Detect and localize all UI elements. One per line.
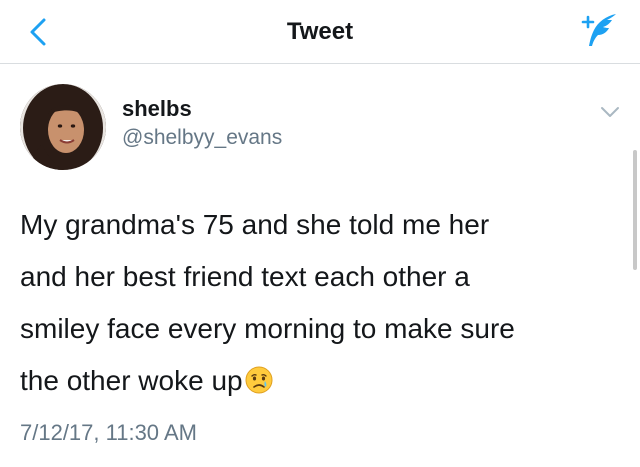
compose-tweet-button[interactable] bbox=[576, 10, 620, 50]
nav-bar: Tweet bbox=[0, 0, 640, 64]
display-name[interactable]: shelbs bbox=[122, 96, 192, 122]
crying-face-emoji-icon bbox=[245, 366, 273, 394]
tweet-text-line: smiley face every morning to make sure bbox=[20, 313, 515, 344]
tweet-text-line: the other woke up bbox=[20, 365, 243, 396]
tweet-text-line: and her best friend text each other a bbox=[20, 261, 470, 292]
tweet-options-button[interactable] bbox=[596, 100, 624, 124]
avatar[interactable] bbox=[20, 84, 106, 170]
chevron-down-icon bbox=[601, 107, 619, 117]
tweet-text-line: My grandma's 75 and she told me her bbox=[20, 209, 490, 240]
user-handle[interactable]: @shelbyy_evans bbox=[122, 126, 282, 150]
compose-tweet-icon bbox=[581, 14, 616, 46]
scrollbar[interactable] bbox=[633, 150, 637, 270]
tweet-text-line-last: the other woke up bbox=[20, 355, 610, 407]
tweet-timestamp: 7/12/17, 11:30 AM bbox=[20, 420, 197, 445]
tweet-text: My grandma's 75 and she told me her and … bbox=[20, 199, 610, 407]
page-title: Tweet bbox=[286, 18, 354, 45]
tweet-card: shelbs @shelbyy_evans My grandma's 75 an… bbox=[0, 64, 640, 467]
